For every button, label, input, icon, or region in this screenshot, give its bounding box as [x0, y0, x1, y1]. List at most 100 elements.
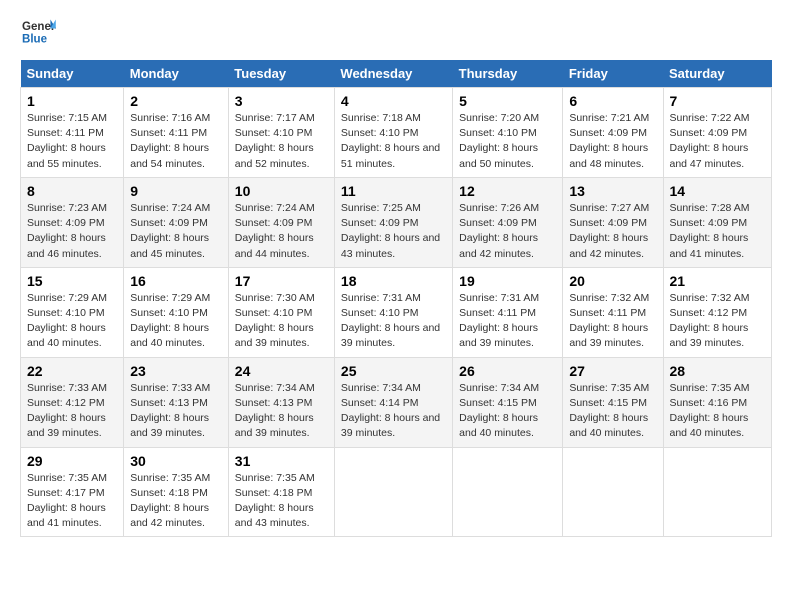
day-info: Sunrise: 7:35 AMSunset: 4:18 PMDaylight:… [235, 472, 315, 530]
day-number: 19 [459, 273, 556, 289]
day-cell-31: 31 Sunrise: 7:35 AMSunset: 4:18 PMDayligh… [228, 447, 334, 537]
day-number: 4 [341, 93, 446, 109]
day-cell-21: 21 Sunrise: 7:32 AMSunset: 4:12 PMDayligh… [663, 267, 772, 357]
day-number: 15 [27, 273, 117, 289]
day-number: 10 [235, 183, 328, 199]
day-number: 3 [235, 93, 328, 109]
day-number: 25 [341, 363, 446, 379]
day-cell-29: 29 Sunrise: 7:35 AMSunset: 4:17 PMDayligh… [21, 447, 124, 537]
day-cell-1: 1Sunrise: 7:15 AMSunset: 4:11 PMDaylight… [21, 88, 124, 178]
day-cell-24: 24 Sunrise: 7:34 AMSunset: 4:13 PMDayligh… [228, 357, 334, 447]
week-row-3: 15 Sunrise: 7:29 AMSunset: 4:10 PMDayligh… [21, 267, 772, 357]
day-number: 31 [235, 453, 328, 469]
col-header-sunday: Sunday [21, 60, 124, 88]
day-number: 18 [341, 273, 446, 289]
day-cell-14: 14Sunrise: 7:28 AMSunset: 4:09 PMDayligh… [663, 177, 772, 267]
day-info: Sunrise: 7:29 AMSunset: 4:10 PMDaylight:… [27, 292, 107, 350]
day-info: Sunrise: 7:21 AMSunset: 4:09 PMDaylight:… [569, 112, 649, 170]
col-header-saturday: Saturday [663, 60, 772, 88]
day-info: Sunrise: 7:24 AMSunset: 4:09 PMDaylight:… [235, 202, 315, 260]
day-cell-13: 13 Sunrise: 7:27 AMSunset: 4:09 PMDayligh… [563, 177, 663, 267]
day-info: Sunrise: 7:35 AMSunset: 4:16 PMDaylight:… [670, 382, 750, 440]
day-info: Sunrise: 7:29 AMSunset: 4:10 PMDaylight:… [130, 292, 210, 350]
day-info: Sunrise: 7:20 AMSunset: 4:10 PMDaylight:… [459, 112, 539, 170]
day-info: Sunrise: 7:32 AMSunset: 4:12 PMDaylight:… [670, 292, 750, 350]
col-header-friday: Friday [563, 60, 663, 88]
day-cell-5: 5 Sunrise: 7:20 AMSunset: 4:10 PMDaylight… [453, 88, 563, 178]
day-cell-10: 10 Sunrise: 7:24 AMSunset: 4:09 PMDayligh… [228, 177, 334, 267]
day-info: Sunrise: 7:35 AMSunset: 4:15 PMDaylight:… [569, 382, 649, 440]
day-number: 11 [341, 183, 446, 199]
week-row-1: 1Sunrise: 7:15 AMSunset: 4:11 PMDaylight… [21, 88, 772, 178]
day-number: 27 [569, 363, 656, 379]
day-number: 21 [670, 273, 766, 289]
day-number: 24 [235, 363, 328, 379]
day-info: Sunrise: 7:22 AMSunset: 4:09 PMDaylight:… [670, 112, 750, 170]
col-header-tuesday: Tuesday [228, 60, 334, 88]
day-cell-20: 20 Sunrise: 7:32 AMSunset: 4:11 PMDayligh… [563, 267, 663, 357]
day-number: 12 [459, 183, 556, 199]
day-info: Sunrise: 7:33 AMSunset: 4:12 PMDaylight:… [27, 382, 107, 440]
day-number: 7 [670, 93, 766, 109]
day-cell-4: 4 Sunrise: 7:18 AMSunset: 4:10 PMDaylight… [334, 88, 452, 178]
day-cell-6: 6 Sunrise: 7:21 AMSunset: 4:09 PMDaylight… [563, 88, 663, 178]
day-info: Sunrise: 7:26 AMSunset: 4:09 PMDaylight:… [459, 202, 539, 260]
svg-text:Blue: Blue [22, 34, 48, 46]
day-info: Sunrise: 7:28 AMSunset: 4:09 PMDaylight:… [670, 202, 750, 260]
day-cell-25: 25 Sunrise: 7:34 AMSunset: 4:14 PMDayligh… [334, 357, 452, 447]
calendar-table: SundayMondayTuesdayWednesdayThursdayFrid… [20, 60, 772, 537]
day-info: Sunrise: 7:24 AMSunset: 4:09 PMDaylight:… [130, 202, 210, 260]
day-cell-7: 7 Sunrise: 7:22 AMSunset: 4:09 PMDaylight… [663, 88, 772, 178]
day-cell-26: 26Sunrise: 7:34 AMSunset: 4:15 PMDayligh… [453, 357, 563, 447]
day-cell-15: 15 Sunrise: 7:29 AMSunset: 4:10 PMDayligh… [21, 267, 124, 357]
day-info: Sunrise: 7:25 AMSunset: 4:09 PMDaylight:… [341, 202, 440, 260]
day-cell-19: 19 Sunrise: 7:31 AMSunset: 4:11 PMDayligh… [453, 267, 563, 357]
logo-icon: General Blue [20, 16, 56, 48]
day-number: 16 [130, 273, 222, 289]
empty-cell [334, 447, 452, 537]
day-info: Sunrise: 7:27 AMSunset: 4:09 PMDaylight:… [569, 202, 649, 260]
day-number: 8 [27, 183, 117, 199]
empty-cell [663, 447, 772, 537]
day-cell-28: 28 Sunrise: 7:35 AMSunset: 4:16 PMDayligh… [663, 357, 772, 447]
day-number: 6 [569, 93, 656, 109]
day-info: Sunrise: 7:16 AMSunset: 4:11 PMDaylight:… [130, 112, 210, 170]
day-info: Sunrise: 7:35 AMSunset: 4:17 PMDaylight:… [27, 472, 107, 530]
day-cell-23: 23 Sunrise: 7:33 AMSunset: 4:13 PMDayligh… [124, 357, 229, 447]
day-number: 20 [569, 273, 656, 289]
day-info: Sunrise: 7:31 AMSunset: 4:10 PMDaylight:… [341, 292, 440, 350]
day-info: Sunrise: 7:33 AMSunset: 4:13 PMDaylight:… [130, 382, 210, 440]
day-info: Sunrise: 7:34 AMSunset: 4:13 PMDaylight:… [235, 382, 315, 440]
day-info: Sunrise: 7:32 AMSunset: 4:11 PMDaylight:… [569, 292, 649, 350]
day-cell-11: 11 Sunrise: 7:25 AMSunset: 4:09 PMDayligh… [334, 177, 452, 267]
logo: General Blue [20, 16, 56, 48]
day-info: Sunrise: 7:17 AMSunset: 4:10 PMDaylight:… [235, 112, 315, 170]
empty-cell [453, 447, 563, 537]
day-cell-18: 18 Sunrise: 7:31 AMSunset: 4:10 PMDayligh… [334, 267, 452, 357]
day-info: Sunrise: 7:34 AMSunset: 4:14 PMDaylight:… [341, 382, 440, 440]
day-cell-27: 27 Sunrise: 7:35 AMSunset: 4:15 PMDayligh… [563, 357, 663, 447]
day-cell-9: 9Sunrise: 7:24 AMSunset: 4:09 PMDaylight… [124, 177, 229, 267]
day-cell-3: 3 Sunrise: 7:17 AMSunset: 4:10 PMDaylight… [228, 88, 334, 178]
day-number: 1 [27, 93, 117, 109]
day-info: Sunrise: 7:31 AMSunset: 4:11 PMDaylight:… [459, 292, 539, 350]
day-number: 2 [130, 93, 222, 109]
col-header-thursday: Thursday [453, 60, 563, 88]
day-cell-8: 8Sunrise: 7:23 AMSunset: 4:09 PMDaylight… [21, 177, 124, 267]
col-header-wednesday: Wednesday [334, 60, 452, 88]
day-number: 28 [670, 363, 766, 379]
day-number: 30 [130, 453, 222, 469]
day-number: 23 [130, 363, 222, 379]
day-number: 5 [459, 93, 556, 109]
day-cell-12: 12 Sunrise: 7:26 AMSunset: 4:09 PMDayligh… [453, 177, 563, 267]
day-cell-17: 17Sunrise: 7:30 AMSunset: 4:10 PMDayligh… [228, 267, 334, 357]
day-info: Sunrise: 7:35 AMSunset: 4:18 PMDaylight:… [130, 472, 210, 530]
day-info: Sunrise: 7:30 AMSunset: 4:10 PMDaylight:… [235, 292, 315, 350]
day-info: Sunrise: 7:18 AMSunset: 4:10 PMDaylight:… [341, 112, 440, 170]
day-number: 13 [569, 183, 656, 199]
week-row-5: 29 Sunrise: 7:35 AMSunset: 4:17 PMDayligh… [21, 447, 772, 537]
day-cell-30: 30 Sunrise: 7:35 AMSunset: 4:18 PMDayligh… [124, 447, 229, 537]
day-number: 29 [27, 453, 117, 469]
empty-cell [563, 447, 663, 537]
day-cell-16: 16 Sunrise: 7:29 AMSunset: 4:10 PMDayligh… [124, 267, 229, 357]
